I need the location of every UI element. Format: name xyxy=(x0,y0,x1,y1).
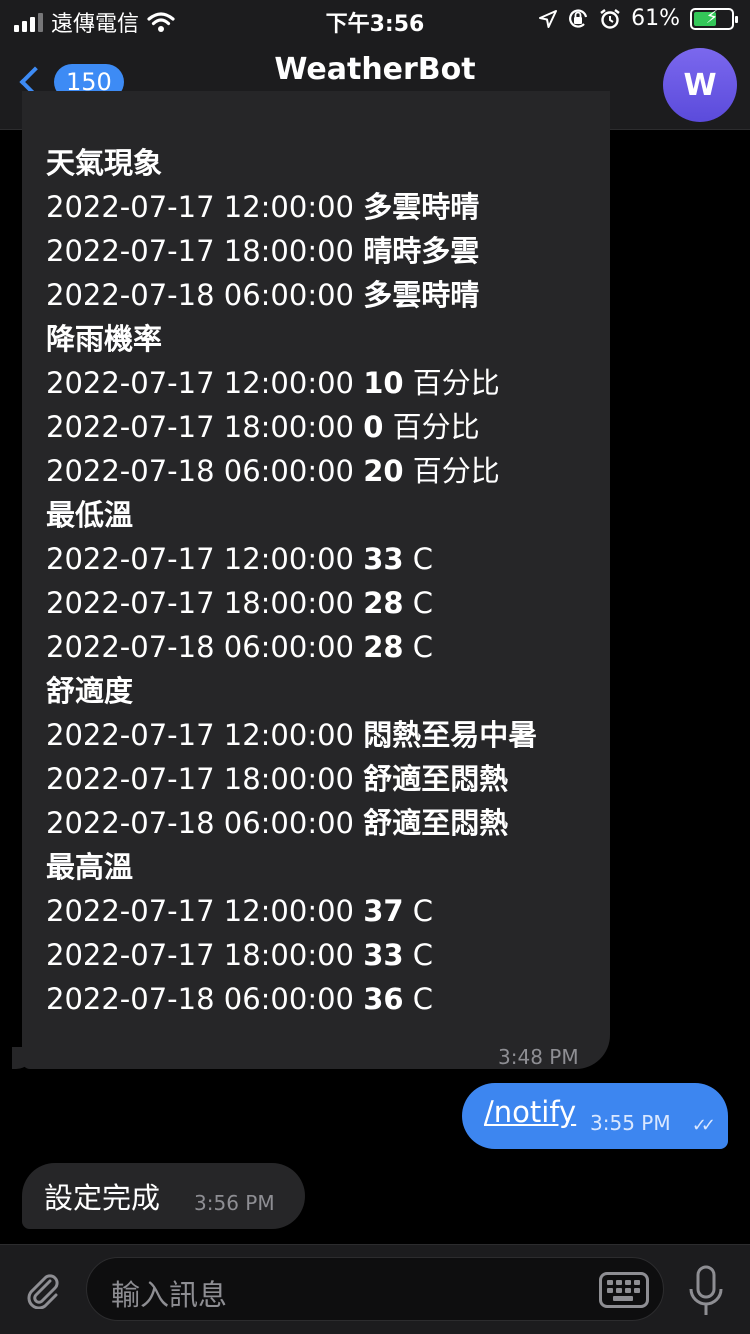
row-unit: C xyxy=(412,542,434,576)
row-value: 悶熱至易中暑 xyxy=(363,718,538,752)
location-arrow-icon xyxy=(539,9,558,28)
row-datetime: 2022-07-17 18:00:00 xyxy=(46,586,354,620)
row-datetime: 2022-07-18 06:00:00 xyxy=(46,278,354,312)
row-unit: C xyxy=(412,894,434,928)
status-right: 61% ⚡ xyxy=(539,6,738,31)
row-value: 10 xyxy=(363,366,404,400)
row-datetime: 2022-07-17 12:00:00 xyxy=(46,190,354,224)
row-value: 多雲時晴 xyxy=(363,278,480,312)
input-placeholder: 輸入訊息 xyxy=(111,1278,228,1312)
row-value: 舒適至悶熱 xyxy=(363,762,509,796)
weather-row: 2022-07-17 18:00:00 舒適至悶熱 xyxy=(46,757,537,801)
status-bar: 遠傳電信 下午3:56 61% ⚡ xyxy=(0,0,750,40)
weather-row: 2022-07-17 12:00:00 37 C xyxy=(46,889,537,933)
row-datetime: 2022-07-18 06:00:00 xyxy=(46,982,354,1016)
row-datetime: 2022-07-17 12:00:00 xyxy=(46,718,354,752)
weather-row: 2022-07-18 06:00:00 28 C xyxy=(46,625,537,669)
row-value: 33 xyxy=(363,542,404,576)
row-value: 舒適至悶熱 xyxy=(363,806,509,840)
weather-section-heading: 降雨機率 xyxy=(46,322,163,356)
weather-row: 2022-07-18 06:00:00 多雲時晴 xyxy=(46,273,537,317)
row-datetime: 2022-07-18 06:00:00 xyxy=(46,806,354,840)
battery-icon: ⚡ xyxy=(690,6,738,30)
weather-row: 2022-07-17 12:00:00 10 百分比 xyxy=(46,361,537,405)
battery-percent: 61% xyxy=(631,6,680,31)
attachment-paperclip-icon[interactable] xyxy=(22,1269,62,1309)
row-value: 28 xyxy=(363,630,404,664)
row-unit: C xyxy=(412,982,434,1016)
message-input[interactable]: 輸入訊息 xyxy=(86,1257,664,1321)
outgoing-message[interactable]: /notify 3:55 PM ✓✓ xyxy=(462,1083,728,1149)
message-input-bar: 輸入訊息 xyxy=(0,1244,750,1334)
row-value: 37 xyxy=(363,894,404,928)
chat-messages[interactable]: 天氣現象 2022-07-17 12:00:00 多雲時晴 2022-07-17 1… xyxy=(0,91,750,1244)
weather-section-heading: 天氣現象 xyxy=(46,146,163,180)
weather-row: 2022-07-17 18:00:00 0 百分比 xyxy=(46,405,537,449)
row-datetime: 2022-07-18 06:00:00 xyxy=(46,630,354,664)
weather-section-heading: 舒適度 xyxy=(46,674,134,708)
row-unit: C xyxy=(412,630,434,664)
row-datetime: 2022-07-17 18:00:00 xyxy=(46,234,354,268)
row-datetime: 2022-07-17 18:00:00 xyxy=(46,762,354,796)
keyboard-icon[interactable] xyxy=(599,1272,649,1308)
row-value: 20 xyxy=(363,454,404,488)
row-value: 晴時多雲 xyxy=(363,234,480,268)
incoming-message-reply[interactable]: 設定完成 3:56 PM xyxy=(22,1163,305,1229)
row-datetime: 2022-07-17 18:00:00 xyxy=(46,410,354,444)
row-value: 28 xyxy=(363,586,404,620)
weather-section-heading: 最低溫 xyxy=(46,498,134,532)
row-unit: 百分比 xyxy=(412,366,500,400)
read-checkmarks-icon: ✓✓ xyxy=(691,1115,716,1136)
charging-bolt-icon: ⚡ xyxy=(705,6,719,28)
row-value: 0 xyxy=(363,410,384,444)
command-link[interactable]: /notify xyxy=(484,1095,576,1129)
row-datetime: 2022-07-18 06:00:00 xyxy=(46,454,354,488)
message-time: 3:48 PM xyxy=(498,1045,579,1069)
weather-row: 2022-07-17 12:00:00 33 C xyxy=(46,537,537,581)
chat-title: WeatherBot xyxy=(274,52,476,87)
row-datetime: 2022-07-17 12:00:00 xyxy=(46,894,354,928)
row-datetime: 2022-07-17 12:00:00 xyxy=(46,542,354,576)
weather-row: 2022-07-17 18:00:00 晴時多雲 xyxy=(46,229,537,273)
weather-row: 2022-07-18 06:00:00 舒適至悶熱 xyxy=(46,801,537,845)
row-datetime: 2022-07-17 12:00:00 xyxy=(46,366,354,400)
message-time: 3:55 PM xyxy=(590,1111,671,1135)
incoming-message-weather[interactable]: 天氣現象 2022-07-17 12:00:00 多雲時晴 2022-07-17 1… xyxy=(22,91,610,1069)
weather-row: 2022-07-18 06:00:00 20 百分比 xyxy=(46,449,537,493)
alarm-icon xyxy=(600,8,620,29)
row-value: 33 xyxy=(363,938,404,972)
microphone-icon[interactable] xyxy=(688,1263,724,1319)
row-value: 多雲時晴 xyxy=(363,190,480,224)
row-datetime: 2022-07-17 18:00:00 xyxy=(46,938,354,972)
weather-row: 2022-07-17 12:00:00 悶熱至易中暑 xyxy=(46,713,537,757)
row-unit: 百分比 xyxy=(412,454,500,488)
weather-message-text: 天氣現象 2022-07-17 12:00:00 多雲時晴 2022-07-17 1… xyxy=(46,141,537,1021)
weather-row: 2022-07-17 18:00:00 33 C xyxy=(46,933,537,977)
weather-row: 2022-07-17 18:00:00 28 C xyxy=(46,581,537,625)
message-time: 3:56 PM xyxy=(194,1191,275,1215)
row-unit: 百分比 xyxy=(392,410,480,444)
row-value: 36 xyxy=(363,982,404,1016)
row-unit: C xyxy=(412,586,434,620)
reply-text: 設定完成 xyxy=(44,1181,161,1215)
weather-section-heading: 最高溫 xyxy=(46,850,134,884)
row-unit: C xyxy=(412,938,434,972)
bot-avatar[interactable]: W xyxy=(663,48,737,122)
orientation-lock-icon xyxy=(569,8,588,28)
weather-row: 2022-07-18 06:00:00 36 C xyxy=(46,977,537,1021)
weather-row: 2022-07-17 12:00:00 多雲時晴 xyxy=(46,185,537,229)
